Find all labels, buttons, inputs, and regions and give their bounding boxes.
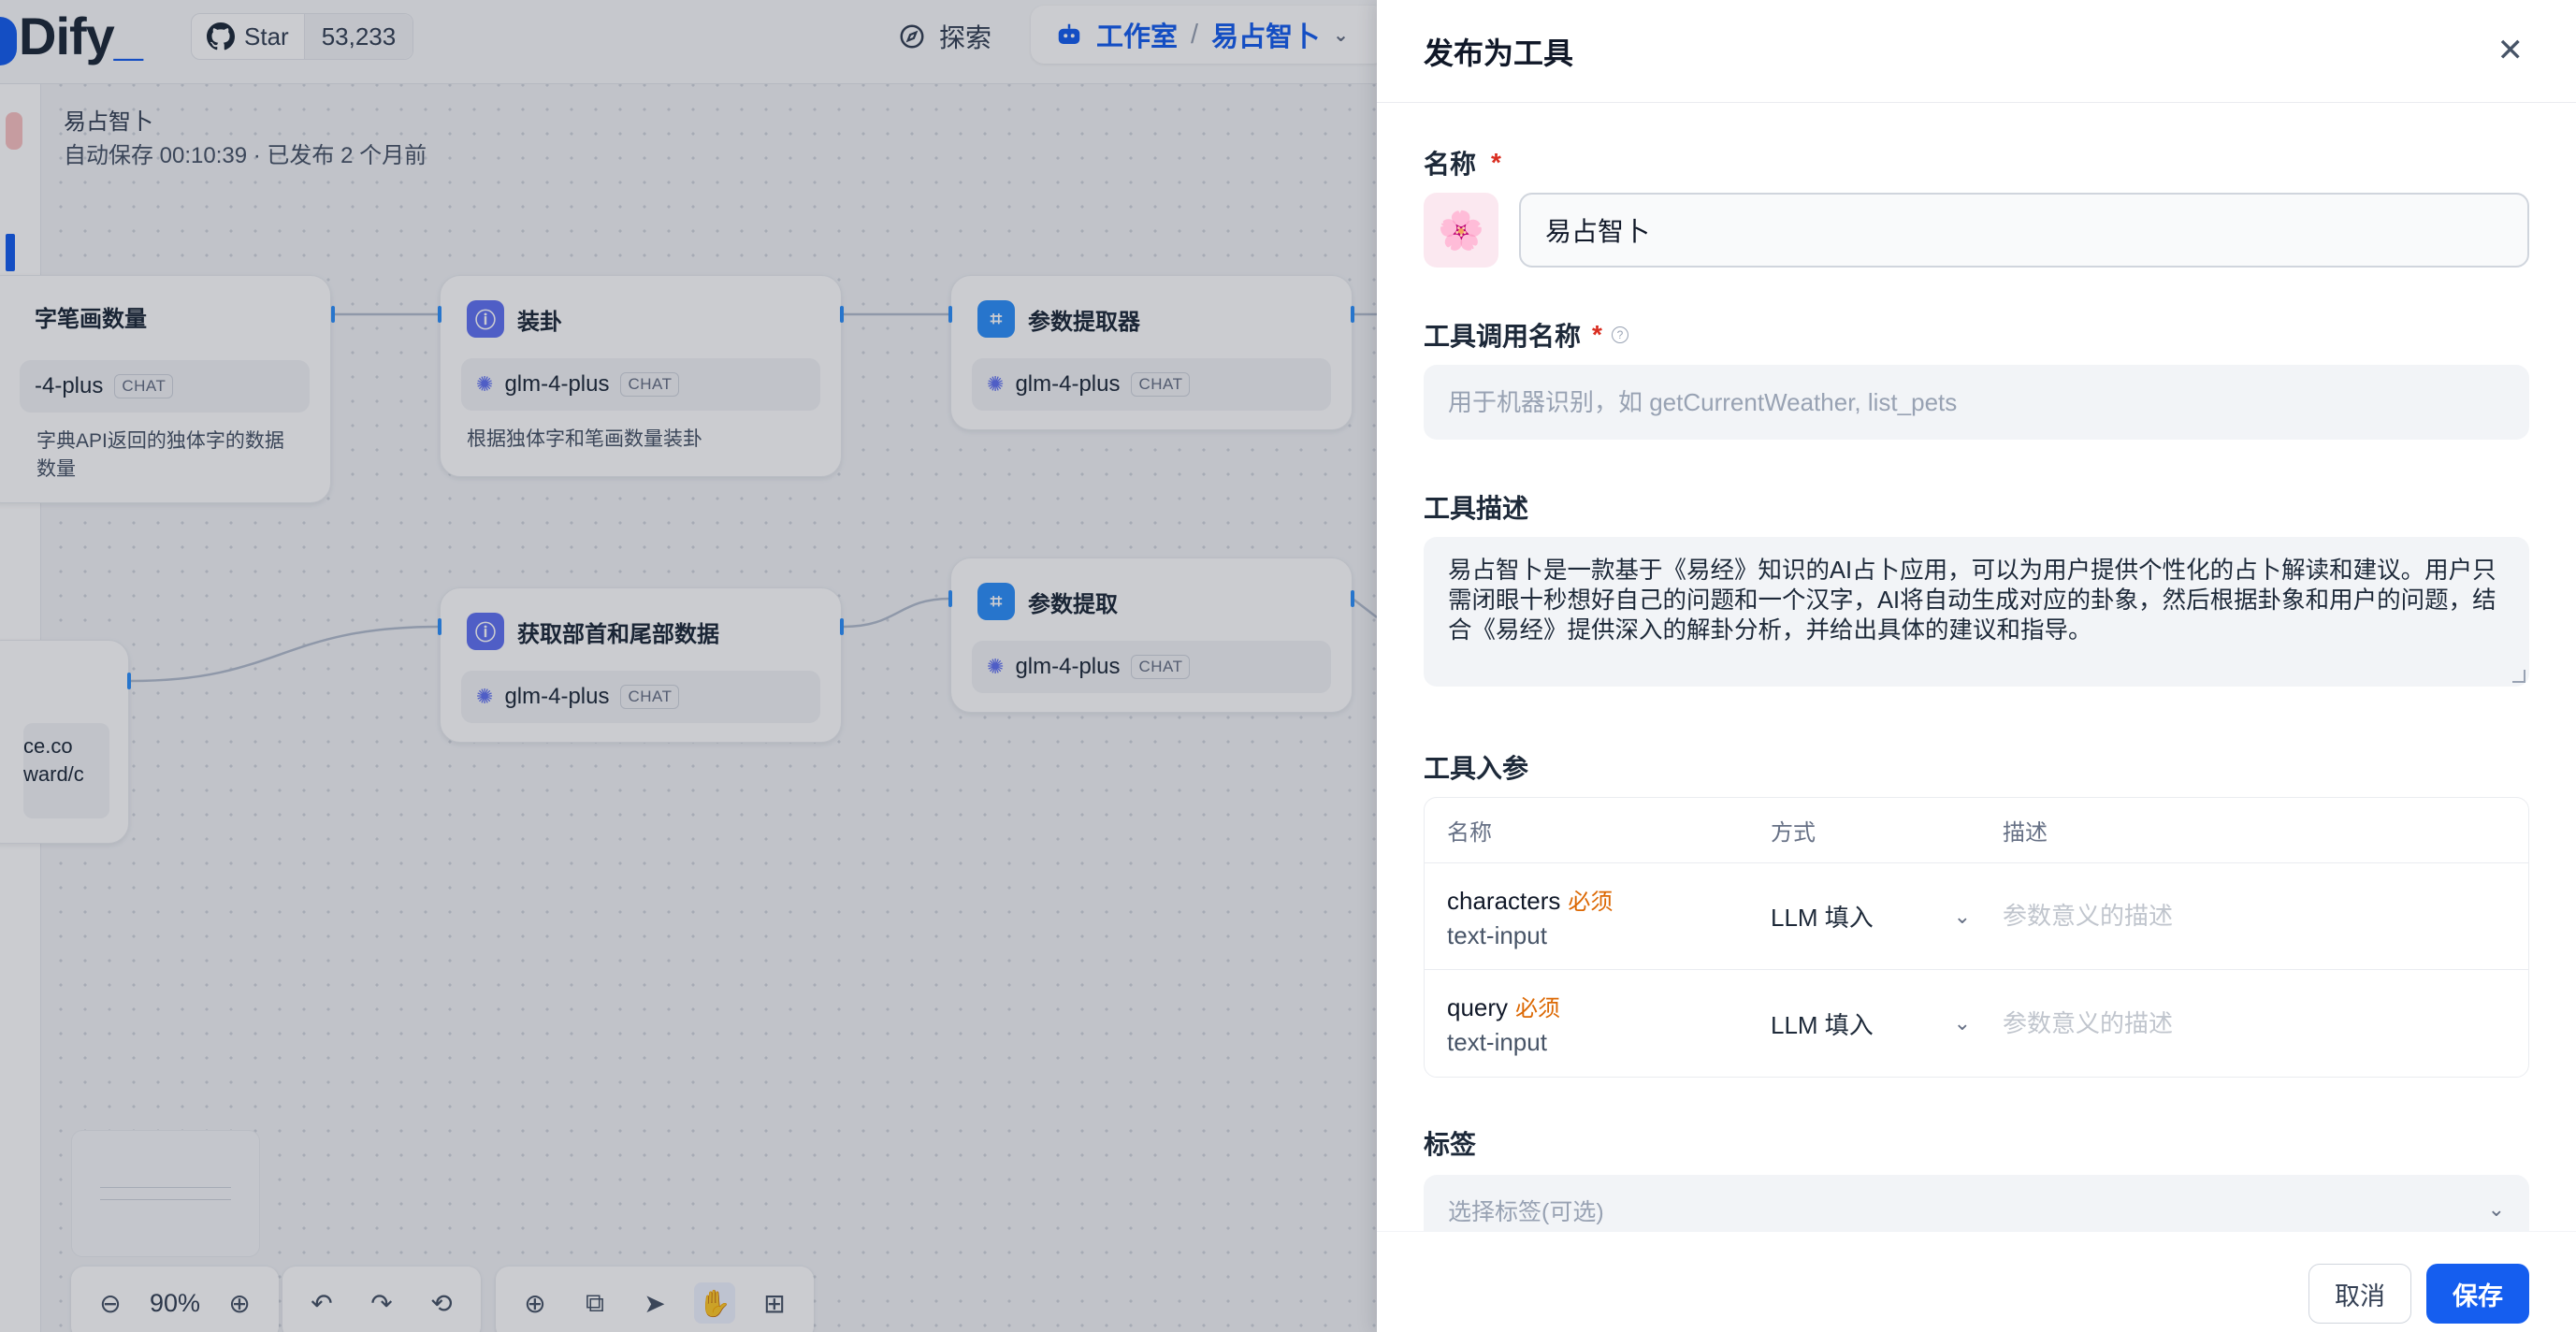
param-method-select[interactable]: LLM 填入 ⌄	[1771, 899, 2003, 934]
help-icon[interactable]: ?	[1611, 326, 1628, 343]
tool-emoji-picker[interactable]: 🌸	[1424, 193, 1498, 268]
tool-call-name-input[interactable]	[1424, 365, 2529, 440]
param-method-select[interactable]: LLM 填入 ⌄	[1771, 1006, 2003, 1041]
description-label: 工具描述	[1424, 494, 1529, 523]
save-button[interactable]: 保存	[2426, 1264, 2529, 1324]
param-name: query 必须	[1447, 990, 1771, 1022]
params-table: 名称 方式 描述 characters 必须 text-input LLM 填入…	[1424, 797, 2529, 1078]
chevron-down-icon: ⌄	[1953, 904, 1971, 928]
required-mark: *	[1491, 148, 1501, 177]
param-name: characters 必须	[1447, 883, 1771, 916]
chevron-down-icon: ⌄	[1953, 1011, 1971, 1035]
param-row: query 必须 text-input LLM 填入 ⌄	[1425, 970, 2528, 1077]
params-label: 工具入参	[1424, 754, 1529, 783]
drawer-footer: 取消 保存	[1377, 1231, 2576, 1332]
chevron-down-icon: ⌄	[2487, 1197, 2505, 1221]
tags-select[interactable]: 选择标签(可选) ⌄	[1424, 1175, 2529, 1231]
param-type: text-input	[1447, 920, 1547, 949]
required-badge: 必须	[1568, 889, 1614, 915]
close-icon[interactable]: ✕	[2497, 32, 2525, 69]
modal-overlay[interactable]	[0, 0, 1377, 1332]
col-desc-header: 描述	[2003, 820, 2048, 846]
col-method-header: 方式	[1771, 820, 1816, 846]
tool-name-input[interactable]	[1519, 193, 2529, 268]
param-description-input[interactable]	[2003, 1008, 2528, 1038]
param-row: characters 必须 text-input LLM 填入 ⌄	[1425, 863, 2528, 970]
required-mark: *	[1592, 320, 1602, 349]
param-type: text-input	[1447, 1028, 1547, 1056]
tool-description-textarea[interactable]: 易占智卜是一款基于《易经》知识的AI占卜应用，可以为用户提供个性化的占卜解读和建…	[1424, 537, 2529, 687]
tags-placeholder: 选择标签(可选)	[1448, 1199, 1604, 1225]
name-label: 名称 *	[1424, 148, 1501, 179]
tags-label: 标签	[1424, 1130, 1477, 1159]
cancel-button[interactable]: 取消	[2308, 1264, 2411, 1324]
required-badge: 必须	[1515, 996, 1561, 1021]
param-description-input[interactable]	[2003, 902, 2528, 931]
drawer-title: 发布为工具	[1424, 36, 1574, 70]
params-table-header: 名称 方式 描述	[1425, 798, 2528, 863]
resize-handle-icon[interactable]	[2512, 670, 2525, 683]
publish-as-tool-drawer: 发布为工具 ✕ 名称* 🌸 工具调用名称*? 工具描述 易占智卜是一款基于《易经…	[1377, 0, 2576, 1332]
drawer-header: 发布为工具 ✕	[1377, 0, 2576, 103]
call-name-label: 工具调用名称 *?	[1424, 316, 1628, 354]
col-name-header: 名称	[1447, 820, 1492, 846]
